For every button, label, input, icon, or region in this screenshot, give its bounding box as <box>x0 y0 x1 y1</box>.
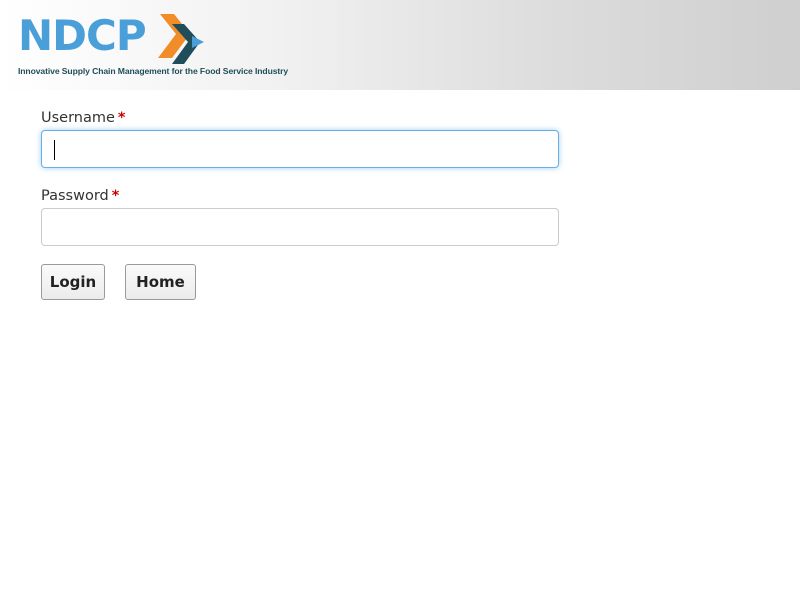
password-input[interactable] <box>41 208 559 246</box>
password-label: Password * <box>41 186 561 206</box>
login-form: Username * Password * Login Home <box>41 108 561 300</box>
form-buttons: Login Home <box>41 264 561 300</box>
page-header: NDCP Innovative Supply Chain Management … <box>0 0 800 90</box>
username-field-group: Username * <box>41 108 561 186</box>
text-caret <box>54 140 55 160</box>
login-button[interactable]: Login <box>41 264 105 300</box>
logo-arrow-icon <box>158 14 204 64</box>
password-field-group: Password * <box>41 186 561 264</box>
ndcp-logo[interactable]: NDCP Innovative Supply Chain Management … <box>18 12 308 82</box>
username-required-marker: * <box>117 110 126 126</box>
logo-tagline: Innovative Supply Chain Management for t… <box>18 66 289 76</box>
home-button[interactable]: Home <box>125 264 196 300</box>
username-input[interactable] <box>41 130 559 168</box>
password-required-marker: * <box>111 188 120 204</box>
username-label: Username * <box>41 108 561 128</box>
username-label-text: Username <box>41 110 115 126</box>
logo-wordmark: NDCP <box>18 11 147 60</box>
password-label-text: Password <box>41 188 109 204</box>
